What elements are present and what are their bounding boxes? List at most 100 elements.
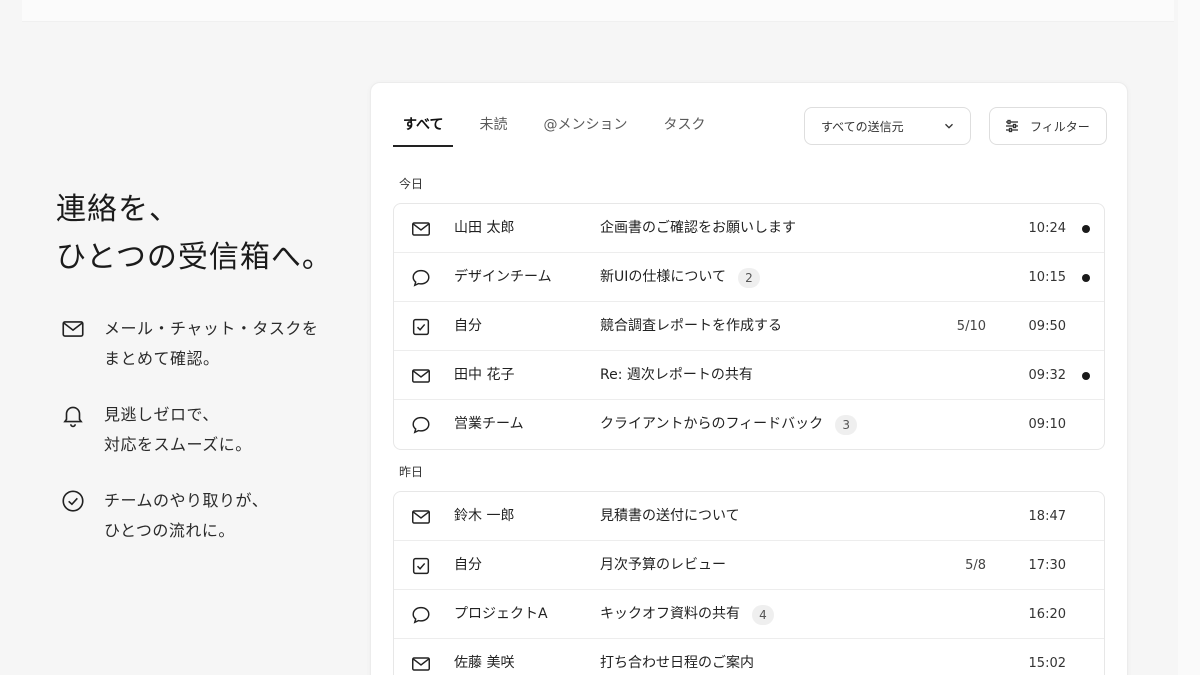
inbox-card: すべて 未読 @メンション タスク すべての送信元 フィルター 今日 山田 太郎… (370, 82, 1128, 675)
mail-icon (410, 365, 432, 387)
row-sender: 営業チーム (454, 416, 524, 432)
message-row[interactable]: デザインチーム 新UIの仕様について 2 10:15 (394, 253, 1104, 302)
message-group-today: 山田 太郎 企画書のご確認をお願いします 10:24 デザインチーム 新UIの仕様につい… (393, 203, 1105, 450)
row-time: 09:50 (1028, 319, 1066, 334)
feature-item: 見逃しゼロで、 対応をスムーズに。 (60, 400, 350, 460)
row-subject-text: 打ち合わせ日程のご案内 (600, 655, 754, 671)
row-time: 16:20 (1028, 607, 1066, 622)
row-subject: 企画書のご確認をお願いします (600, 204, 796, 253)
message-row[interactable]: 自分 競合調査レポートを作成する 5/10 09:50 (394, 302, 1104, 351)
task-progress: 5/8 (965, 558, 986, 573)
reply-count-badge: 2 (737, 267, 760, 288)
mail-icon (410, 506, 432, 528)
row-subject-text: 月次予算のレビュー (600, 557, 726, 573)
row-subject: 新UIの仕様について 2 (600, 253, 760, 302)
message-row[interactable]: 自分 月次予算のレビュー 5/8 17:30 (394, 541, 1104, 590)
hero-title-line1: 連絡を、 (56, 192, 180, 227)
hero-title-line2: ひとつの受信箱へ。 (56, 240, 333, 275)
filter-label: フィルター (1030, 119, 1090, 134)
tab-tasks[interactable]: タスク (653, 113, 715, 147)
message-row[interactable]: 鈴木 一郎 見積書の送付について 18:47 (394, 492, 1104, 541)
section-label-yesterday: 昨日 (399, 465, 424, 479)
row-sender: 鈴木 一郎 (454, 508, 515, 524)
feature-line: 見逃しゼロで、 (104, 405, 219, 424)
right-strip (1178, 0, 1200, 675)
row-subject: キックオフ資料の共有 4 (600, 590, 774, 639)
section-label-today: 今日 (399, 177, 424, 191)
message-row[interactable]: 営業チーム クライアントからのフィードバック 3 09:10 (394, 400, 1104, 449)
row-subject-text: クライアントからのフィードバック (600, 416, 824, 432)
feature-line: 対応をスムーズに。 (104, 435, 252, 454)
task-progress: 5/10 (956, 319, 986, 334)
message-row[interactable]: 山田 太郎 企画書のご確認をお願いします 10:24 (394, 204, 1104, 253)
unread-dot (1082, 225, 1090, 233)
mail-icon (410, 653, 432, 675)
message-row[interactable]: 佐藤 美咲 打ち合わせ日程のご案内 15:02 (394, 639, 1104, 675)
row-subject-text: Re: 週次レポートの共有 (600, 367, 753, 383)
feature-list: メール・チャット・タスクを まとめて確認。 見逃しゼロで、 対応をスムーズに。 … (60, 314, 350, 572)
feature-line: チームのやり取りが、 (104, 491, 269, 510)
tab-unread[interactable]: 未読 (469, 113, 517, 147)
row-subject-text: キックオフ資料の共有 (600, 606, 740, 622)
tab-bar: すべて 未読 @メンション タスク (393, 113, 731, 147)
row-subject-text: 企画書のご確認をお願いします (600, 220, 796, 236)
feature-text: メール・チャット・タスクを まとめて確認。 (104, 314, 318, 374)
row-sender: プロジェクトA (454, 606, 548, 622)
row-time: 10:15 (1028, 270, 1066, 285)
row-subject: Re: 週次レポートの共有 (600, 351, 753, 400)
message-row[interactable]: プロジェクトA キックオフ資料の共有 4 16:20 (394, 590, 1104, 639)
feature-text: 見逃しゼロで、 対応をスムーズに。 (104, 400, 252, 460)
reply-count-badge: 4 (752, 604, 774, 625)
mail-icon (60, 316, 86, 342)
row-sender: 自分 (454, 557, 482, 573)
hero-title: 連絡を、 ひとつの受信箱へ。 (56, 186, 356, 282)
mail-icon (410, 218, 432, 240)
row-subject-text: 新UIの仕様について (600, 269, 726, 285)
row-sender: 佐藤 美咲 (454, 655, 515, 671)
row-sender: デザインチーム (454, 269, 552, 285)
message-row[interactable]: 田中 花子 Re: 週次レポートの共有 09:32 (394, 351, 1104, 400)
tab-mentions[interactable]: @メンション (533, 113, 637, 147)
row-subject: 見積書の送付について (600, 492, 740, 541)
sliders-icon (1006, 119, 1018, 133)
feature-text: チームのやり取りが、 ひとつの流れに。 (104, 486, 268, 546)
feature-item: チームのやり取りが、 ひとつの流れに。 (60, 486, 350, 546)
row-time: 18:47 (1028, 509, 1066, 524)
unread-dot (1082, 372, 1090, 380)
row-subject: 競合調査レポートを作成する (600, 302, 782, 351)
row-time: 09:32 (1028, 368, 1066, 383)
chat-bubble-icon (410, 604, 432, 626)
page: 連絡を、 ひとつの受信箱へ。 メール・チャット・タスクを まとめて確認。 見逃し… (0, 0, 1200, 675)
task-checkbox-icon (410, 555, 432, 577)
top-strip (22, 0, 1174, 22)
feature-item: メール・チャット・タスクを まとめて確認。 (60, 314, 350, 374)
chevron-down-icon (945, 123, 953, 129)
task-checkbox-icon (410, 316, 432, 338)
row-time: 09:10 (1028, 417, 1066, 432)
unread-dot (1082, 274, 1090, 282)
row-sender: 田中 花子 (454, 367, 515, 383)
feature-line: メール・チャット・タスクを (104, 319, 319, 338)
bell-icon (60, 402, 86, 428)
message-group-yesterday: 鈴木 一郎 見積書の送付について 18:47 自分 月次予算のレビュー 5/8 17:30 プ… (393, 491, 1105, 675)
feature-line: まとめて確認。 (104, 349, 220, 368)
tab-all[interactable]: すべて (393, 113, 454, 147)
row-subject-text: 競合調査レポートを作成する (600, 318, 782, 334)
chat-bubble-icon (410, 267, 432, 289)
row-subject: 打ち合わせ日程のご案内 (600, 639, 754, 675)
chat-bubble-icon (410, 414, 432, 436)
sender-select[interactable]: すべての送信元 (804, 107, 971, 145)
filter-button[interactable]: フィルター (989, 107, 1107, 145)
sender-select-label: すべての送信元 (821, 119, 904, 134)
reply-count-badge: 3 (835, 414, 858, 435)
row-subject-text: 見積書の送付について (600, 508, 740, 524)
hero: 連絡を、 ひとつの受信箱へ。 (56, 186, 356, 282)
row-sender: 山田 太郎 (454, 220, 515, 236)
feature-line: ひとつの流れに。 (104, 521, 235, 540)
row-subject: クライアントからのフィードバック 3 (600, 400, 858, 449)
row-time: 15:02 (1028, 656, 1066, 671)
row-sender: 自分 (454, 318, 482, 334)
row-subject: 月次予算のレビュー (600, 541, 726, 590)
check-circle-icon (60, 488, 86, 514)
row-time: 10:24 (1028, 221, 1066, 236)
